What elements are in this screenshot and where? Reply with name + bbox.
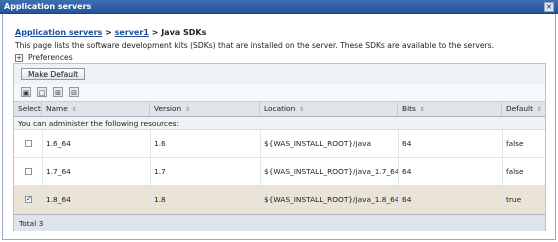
breadcrumb-link-server1[interactable]: server1: [115, 28, 149, 37]
table-header: Select Name ⇳ Version ⇳ Location ⇳ Bits ⇳ De…: [14, 102, 545, 117]
cell-location: ${WAS_INSTALL_ROOT}/java: [264, 139, 372, 148]
column-header-location[interactable]: Location ⇳: [260, 102, 398, 116]
cell-version: 1.8: [154, 195, 166, 204]
make-default-button[interactable]: Make Default: [21, 68, 86, 80]
sort-icon[interactable]: ⇳: [185, 106, 190, 113]
page-description: This page lists the software development…: [15, 41, 495, 50]
breadcrumb-current: Java SDKs: [161, 28, 207, 37]
close-icon[interactable]: ×: [544, 2, 554, 12]
sdk-collection-panel: Make Default ▣ □ ⊞ ⊟ Select Name ⇳ Versio…: [13, 63, 546, 231]
preferences-label[interactable]: Preferences: [28, 53, 73, 62]
total-count: Total 3: [19, 219, 44, 228]
expand-plus-icon[interactable]: +: [15, 54, 23, 62]
column-header-bits[interactable]: Bits ⇳: [398, 102, 502, 116]
button-bar: Make Default: [14, 64, 545, 85]
collapse-filter-icon[interactable]: ⊟: [69, 87, 79, 97]
window-title: Application servers: [4, 2, 92, 11]
cell-version: 1.7: [154, 167, 166, 176]
cell-name: 1.8_64: [46, 195, 71, 204]
column-header-version[interactable]: Version ⇳: [150, 102, 260, 116]
table-toolbar: ▣ □ ⊞ ⊟: [14, 84, 545, 102]
resource-note: You can administer the following resourc…: [14, 117, 545, 130]
cell-bits: 64: [402, 167, 412, 176]
column-header-name[interactable]: Name ⇳: [42, 102, 150, 116]
preferences-toggle[interactable]: + Preferences: [15, 53, 73, 62]
row-select-checkbox[interactable]: ✓: [25, 196, 32, 203]
column-header-default[interactable]: Default ⇳: [502, 102, 545, 116]
sort-icon[interactable]: ⇳: [420, 106, 425, 113]
breadcrumb: Application servers > server1 > Java SDK…: [15, 28, 206, 37]
cell-default: false: [506, 139, 524, 148]
table-row[interactable]: 1.7_64 1.7 ${WAS_INSTALL_ROOT}/java_1.7_64…: [14, 158, 545, 186]
cell-bits: 64: [402, 139, 412, 148]
breadcrumb-separator: >: [151, 28, 159, 37]
sort-icon[interactable]: ⇳: [537, 106, 542, 113]
cell-location: ${WAS_INSTALL_ROOT}/java_1.7_64: [264, 167, 400, 176]
cell-name: 1.6_64: [46, 139, 71, 148]
sort-icon[interactable]: ⇳: [72, 106, 77, 113]
expand-icon[interactable]: ⊞: [53, 87, 63, 97]
breadcrumb-link-application-servers[interactable]: Application servers: [15, 28, 102, 37]
breadcrumb-separator: >: [105, 28, 112, 37]
row-select-checkbox[interactable]: [25, 168, 32, 175]
cell-name: 1.7_64: [46, 167, 71, 176]
deselect-all-icon[interactable]: □: [37, 87, 47, 97]
table-footer: Total 3: [14, 214, 545, 231]
table-row[interactable]: 1.6_64 1.6 ${WAS_INSTALL_ROOT}/java 64 false: [14, 130, 545, 158]
window-titlebar: Application servers ×: [0, 0, 558, 14]
resource-note-text: You can administer the following resourc…: [18, 119, 179, 128]
cell-version: 1.6: [154, 139, 166, 148]
table-row[interactable]: ✓ 1.8_64 1.8 ${WAS_INSTALL_ROOT}/java_1.8_6…: [14, 186, 545, 214]
cell-bits: 64: [402, 195, 412, 204]
select-all-icon[interactable]: ▣: [21, 87, 31, 97]
sort-icon[interactable]: ⇳: [299, 106, 304, 113]
row-select-checkbox[interactable]: [25, 140, 32, 147]
cell-location: ${WAS_INSTALL_ROOT}/java_1.8_64: [264, 195, 400, 204]
column-header-select: Select: [14, 102, 42, 116]
cell-default: false: [506, 167, 524, 176]
cell-default: true: [506, 195, 522, 204]
